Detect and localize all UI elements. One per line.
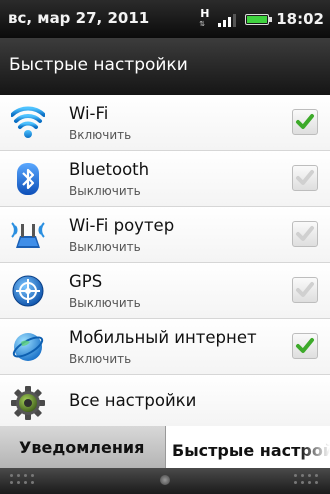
gps-icon xyxy=(12,275,44,307)
wifi-checkbox[interactable] xyxy=(292,109,318,135)
mobile-internet-icon xyxy=(12,333,44,361)
grip-left-icon xyxy=(10,474,36,488)
wifi-router-icon xyxy=(11,222,45,248)
bluetooth-checkbox[interactable] xyxy=(292,165,318,191)
setting-subtitle: Выключить xyxy=(69,184,141,198)
setting-row-wifi[interactable]: Wi-Fi Включить xyxy=(0,95,330,151)
screen: вс, мар 27, 2011 H ⇅ 18:02 Быстрые настр… xyxy=(0,0,330,494)
status-date: вс, мар 27, 2011 xyxy=(8,9,150,27)
setting-subtitle: Включить xyxy=(69,128,132,142)
wifi-router-checkbox[interactable] xyxy=(292,221,318,247)
setting-row-gps[interactable]: GPS Выключить xyxy=(0,263,330,319)
status-time: 18:02 xyxy=(276,10,324,28)
setting-row-all-settings[interactable]: Все настройки xyxy=(0,375,330,426)
setting-row-bluetooth[interactable]: Bluetooth Выключить xyxy=(0,151,330,207)
setting-title: Мобильный интернет xyxy=(69,328,257,347)
bluetooth-icon xyxy=(17,163,39,195)
tab-bar: Уведомления Быстрые настройки xyxy=(0,426,330,468)
gps-checkbox[interactable] xyxy=(292,277,318,303)
check-icon xyxy=(296,338,314,353)
check-icon xyxy=(296,282,314,297)
setting-title: Bluetooth xyxy=(69,160,150,179)
status-icons: H ⇅ 18:02 xyxy=(199,6,324,32)
tab-notifications[interactable]: Уведомления xyxy=(0,426,166,468)
setting-title: Wi-Fi роутер xyxy=(69,216,175,235)
wifi-icon xyxy=(11,106,45,138)
handle-center-icon xyxy=(160,475,170,485)
tab-label: Уведомления xyxy=(19,438,145,457)
signal-strength-icon xyxy=(218,11,238,27)
check-icon xyxy=(296,114,314,129)
mobile-internet-checkbox[interactable] xyxy=(292,333,318,359)
check-icon xyxy=(296,226,314,241)
page-title: Быстрые настройки xyxy=(9,55,188,75)
check-icon xyxy=(296,170,314,185)
hsdpa-data-icon: H ⇅ xyxy=(199,7,210,28)
setting-subtitle: Включить xyxy=(69,352,132,366)
panel-drag-handle[interactable] xyxy=(0,468,330,494)
quick-settings-list: Wi-Fi Включить Bluetooth Выключить Wi-Fi… xyxy=(0,95,330,426)
status-bar[interactable]: вс, мар 27, 2011 H ⇅ 18:02 xyxy=(0,0,330,38)
setting-title: Wi-Fi xyxy=(69,104,109,123)
setting-title: Все настройки xyxy=(69,391,197,410)
setting-row-wifi-router[interactable]: Wi-Fi роутер Выключить xyxy=(0,207,330,263)
tab-quick-settings[interactable]: Быстрые настройки xyxy=(166,426,330,468)
setting-row-mobile-internet[interactable]: Мобильный интернет Включить xyxy=(0,319,330,375)
setting-title: GPS xyxy=(69,272,103,291)
grip-right-icon xyxy=(294,474,320,488)
setting-subtitle: Выключить xyxy=(69,296,141,310)
title-bar: Быстрые настройки xyxy=(0,38,330,96)
settings-gear-icon xyxy=(11,386,45,420)
battery-icon xyxy=(245,13,273,25)
setting-subtitle: Выключить xyxy=(69,240,141,254)
